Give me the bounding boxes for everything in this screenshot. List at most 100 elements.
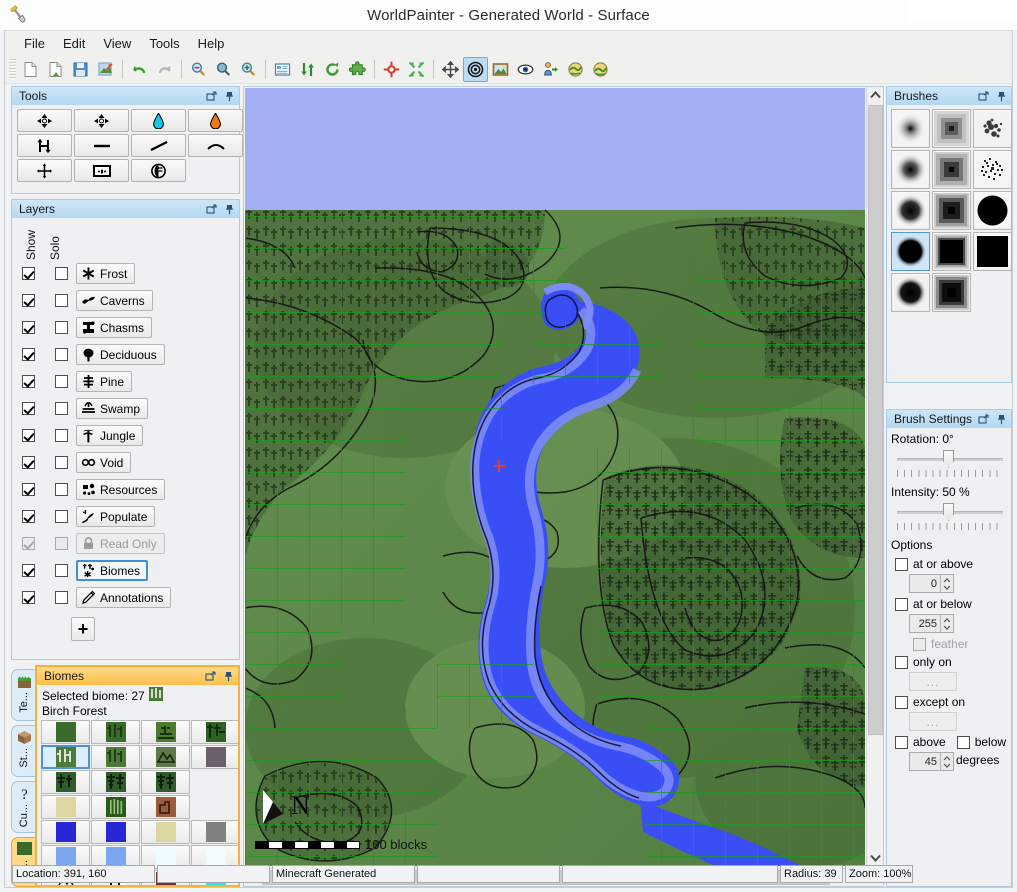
shrink-world-icon[interactable]	[404, 57, 429, 82]
layer-solo-checkbox-caverns[interactable]	[55, 294, 68, 307]
biomes-view-icon[interactable]	[538, 57, 563, 82]
layer-button-pine[interactable]: Pine	[76, 371, 132, 392]
export-world-icon[interactable]	[93, 57, 118, 82]
move-view-icon[interactable]	[438, 57, 463, 82]
map-canvas[interactable]: N 100 blocks	[245, 88, 865, 866]
layer-show-checkbox-biomes[interactable]	[22, 564, 35, 577]
dark-circle-brush[interactable]	[891, 273, 930, 312]
image-overlay-icon[interactable]	[488, 57, 513, 82]
layer-button-annotations[interactable]: Annotations	[76, 587, 171, 608]
zoom-reset-icon[interactable]	[211, 57, 236, 82]
pin-icon[interactable]	[996, 91, 1007, 102]
zoom-in-icon[interactable]	[236, 57, 261, 82]
biome-swatch-deep-ocean[interactable]	[91, 820, 140, 844]
degrees-spinner[interactable]: 45	[909, 752, 954, 771]
plugins-icon[interactable]	[345, 57, 370, 82]
layer-show-checkbox-caverns[interactable]	[22, 294, 35, 307]
rotation-slider-knob[interactable]	[943, 450, 954, 468]
layer-show-checkbox-resources[interactable]	[22, 483, 35, 496]
above-checkbox[interactable]	[895, 736, 908, 749]
layer-button-deciduous[interactable]: Deciduous	[76, 344, 165, 365]
layer-solo-checkbox-biomes[interactable]	[55, 564, 68, 577]
nether-dimension-icon[interactable]	[588, 57, 613, 82]
layer-show-checkbox-populate[interactable]	[22, 510, 35, 523]
layer-solo-checkbox-frost[interactable]	[55, 267, 68, 280]
flood-water-tool[interactable]	[131, 109, 186, 132]
layer-button-frost[interactable]: Frost	[76, 263, 135, 284]
flatten-tool[interactable]	[74, 134, 129, 157]
below-checkbox[interactable]	[957, 736, 970, 749]
only-on-choose-button[interactable]: ...	[909, 672, 957, 691]
rotate-icon[interactable]	[320, 57, 345, 82]
layer-show-checkbox-pine[interactable]	[22, 375, 35, 388]
open-world-icon[interactable]	[43, 57, 68, 82]
hard-circle-brush[interactable]	[891, 191, 930, 230]
float-icon[interactable]	[978, 414, 989, 425]
except-on-checkbox[interactable]	[895, 696, 908, 709]
biome-swatch-forest-hills[interactable]	[91, 720, 140, 744]
biome-swatch-jungle[interactable]	[191, 720, 240, 744]
layer-show-checkbox-deciduous[interactable]	[22, 348, 35, 361]
scroll-thumb-vertical[interactable]	[868, 105, 883, 735]
add-layer-button[interactable]: +	[71, 617, 95, 641]
solid-square-brush[interactable]	[973, 232, 1012, 271]
soft-square-brush[interactable]	[932, 109, 971, 148]
except-on-choose-button[interactable]: ...	[909, 712, 957, 731]
menu-file[interactable]: File	[15, 33, 54, 54]
at-or-above-spinner[interactable]: 0	[909, 574, 954, 593]
layer-show-checkbox-frost[interactable]	[22, 267, 35, 280]
pin-icon[interactable]	[996, 414, 1007, 425]
plateau-square-brush[interactable]	[932, 232, 971, 271]
float-icon[interactable]	[206, 91, 217, 102]
hard-square-brush[interactable]	[932, 191, 971, 230]
biome-swatch-mega-taiga[interactable]	[91, 770, 140, 794]
biome-swatch-beach[interactable]	[141, 820, 190, 844]
layer-show-checkbox-annotations[interactable]	[22, 591, 35, 604]
speckle-circle-brush[interactable]	[973, 150, 1012, 189]
menu-edit[interactable]: Edit	[54, 33, 94, 54]
layer-button-void[interactable]: Void	[76, 452, 131, 473]
redo-icon[interactable]	[152, 57, 177, 82]
float-icon[interactable]	[205, 671, 216, 682]
layer-show-checkbox-chasms[interactable]	[22, 321, 35, 334]
layer-solo-checkbox-resources[interactable]	[55, 483, 68, 496]
flood-lava-tool[interactable]	[188, 109, 243, 132]
grid-overlay-icon[interactable]	[463, 57, 488, 82]
terrain-tab[interactable]: Te...	[11, 669, 36, 721]
layer-button-chasms[interactable]: Chasms	[76, 317, 152, 338]
layer-button-resources[interactable]: Resources	[76, 479, 165, 500]
layer-solo-checkbox-jungle[interactable]	[55, 429, 68, 442]
layer-show-checkbox-swamp[interactable]	[22, 402, 35, 415]
at-or-above-checkbox[interactable]	[895, 558, 908, 571]
float-icon[interactable]	[978, 91, 989, 102]
smooth-tool[interactable]	[188, 134, 243, 157]
text-tool[interactable]	[74, 159, 129, 182]
intensity-slider-knob[interactable]	[943, 503, 954, 521]
custom-tab[interactable]: ? Cu...	[11, 781, 36, 833]
dimension-properties-icon[interactable]	[270, 57, 295, 82]
pin-icon[interactable]	[224, 204, 235, 215]
layer-solo-checkbox-swamp[interactable]	[55, 402, 68, 415]
biome-swatch-bamboo-jungle[interactable]	[91, 795, 140, 819]
float-icon[interactable]	[206, 204, 217, 215]
surface-dimension-icon[interactable]	[563, 57, 588, 82]
at-or-below-spinner[interactable]: 255	[909, 614, 954, 633]
layer-button-populate[interactable]: Populate	[76, 506, 155, 527]
biome-swatch-stone-beach[interactable]	[191, 820, 240, 844]
undo-icon[interactable]	[127, 57, 152, 82]
medium-square-brush[interactable]	[932, 150, 971, 189]
pin-icon[interactable]	[224, 91, 235, 102]
layer-button-swamp[interactable]: Swamp	[76, 398, 148, 419]
biome-swatch-swampland[interactable]	[141, 720, 190, 744]
map-vertical-scrollbar[interactable]	[866, 87, 883, 866]
scroll-up-icon[interactable]	[867, 87, 884, 103]
sphere-tool[interactable]	[131, 159, 186, 182]
slope-tool[interactable]	[131, 134, 186, 157]
layer-solo-checkbox-void[interactable]	[55, 456, 68, 469]
at-or-below-value[interactable]: 255	[910, 618, 940, 630]
biome-swatch-birch-forest[interactable]	[41, 745, 90, 769]
menu-tools[interactable]: Tools	[140, 33, 188, 54]
menu-view[interactable]: View	[94, 33, 140, 54]
layer-solo-checkbox-chasms[interactable]	[55, 321, 68, 334]
plateau-circle-brush[interactable]	[891, 232, 930, 271]
